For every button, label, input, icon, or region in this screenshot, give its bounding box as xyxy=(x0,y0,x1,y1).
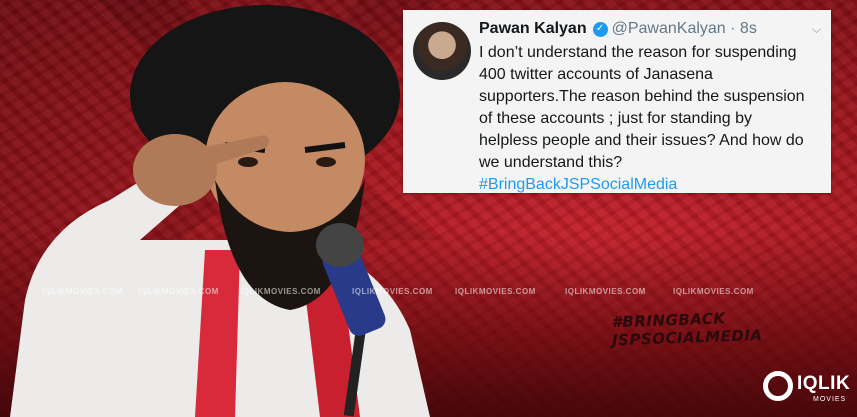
logo-ring-icon xyxy=(763,371,793,401)
tweet-header: Pawan Kalyan ✓ @PawanKalyan · 8s xyxy=(479,18,821,40)
watermark-text: IQLIKMOVIES.COM xyxy=(455,287,536,296)
protest-sign: #BRINGBACK JSPSOCIALMEDIA xyxy=(611,309,763,366)
watermark-strip: IQLIKMOVIES.COM IQLIKMOVIES.COM IQLIKMOV… xyxy=(0,287,857,301)
speaker-photo xyxy=(10,5,430,417)
watermark-text: IQLIKMOVIES.COM xyxy=(138,287,219,296)
watermark-text: IQLIKMOVIES.COM xyxy=(352,287,433,296)
watermark-text: IQLIKMOVIES.COM xyxy=(42,287,123,296)
logo-subtext: MOVIES xyxy=(813,396,847,403)
chevron-down-icon[interactable]: ⌵ xyxy=(812,22,821,37)
tweet-hashtag-link[interactable]: #BringBackJSPSocialMedia xyxy=(479,174,821,196)
watermark-text: IQLIKMOVIES.COM xyxy=(565,287,646,296)
tweet-card: Pawan Kalyan ✓ @PawanKalyan · 8s ⌵ I don… xyxy=(403,10,831,193)
tweet-author-name: Pawan Kalyan xyxy=(479,20,587,37)
sign-line-2: JSPSOCIALMEDIA xyxy=(611,326,763,350)
tweet-text: I don’t understand the reason for suspen… xyxy=(479,44,805,171)
avatar xyxy=(413,22,471,80)
logo-text: IQLIK xyxy=(797,373,851,394)
verified-badge-icon: ✓ xyxy=(592,21,608,37)
watermark-text: IQLIKMOVIES.COM xyxy=(673,287,754,296)
iqlik-logo: IQLIK MOVIES xyxy=(763,369,851,409)
tweet-author-handle: @PawanKalyan · 8s xyxy=(611,20,757,37)
background-banner: IQLIKMOVIES.COM IQLIKMOVIES.COM IQLIKMOV… xyxy=(0,0,857,417)
watermark-text: IQLIKMOVIES.COM xyxy=(240,287,321,296)
